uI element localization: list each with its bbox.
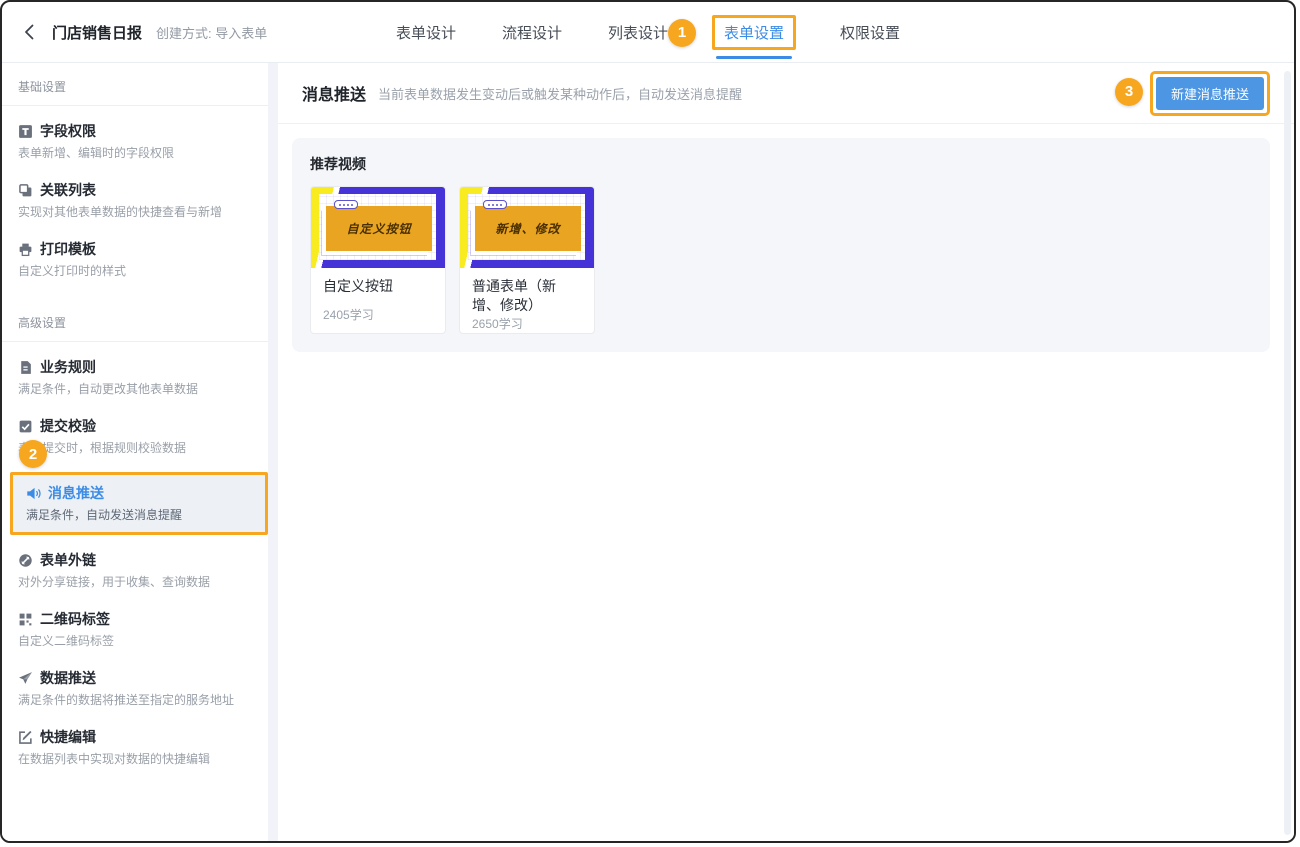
tab-2[interactable]: 流程设计 <box>500 17 564 48</box>
print-template-icon <box>18 242 33 257</box>
recommended-videos-panel: 推荐视频 自定义按钮自定义按钮2405学习新增、修改普通表单（新增、修改）265… <box>292 138 1270 352</box>
message-push-icon <box>26 486 41 501</box>
video-learn-count: 2650学习 <box>460 315 594 334</box>
qrcode-icon <box>18 612 33 627</box>
tab-5[interactable]: 权限设置 <box>838 17 902 48</box>
sidebar-item-print-template[interactable]: 打印模板自定义打印时的样式 <box>2 230 268 289</box>
annotation-step-1: 1 <box>668 19 696 47</box>
main-area: 消息推送 当前表单数据发生变动后或触发某种动作后，自动发送消息提醒 3 新建消息… <box>278 63 1294 843</box>
sidebar-item-head: 数据推送 <box>18 668 252 688</box>
top-bar: 门店销售日报 创建方式: 导入表单 表单设计 流程设计 列表设计 表单设置1 权限设置 <box>2 2 1294 63</box>
sidebar-item-desc: 满足条件，自动更改其他表单数据 <box>18 381 252 397</box>
section-description: 当前表单数据发生变动后或触发某种动作后，自动发送消息提醒 <box>378 84 742 103</box>
main-header-actions: 3 新建消息推送 <box>1150 71 1270 116</box>
top-bar-left: 门店销售日报 创建方式: 导入表单 <box>2 2 267 62</box>
sidebar-item-external-link[interactable]: 表单外链对外分享链接，用于收集、查询数据 <box>2 541 268 600</box>
creation-method-label: 创建方式: 导入表单 <box>156 23 267 42</box>
sidebar-item-title: 字段权限 <box>40 121 96 141</box>
tab-3[interactable]: 列表设计 <box>606 17 670 48</box>
main-header: 消息推送 当前表单数据发生变动后或触发某种动作后，自动发送消息提醒 3 新建消息… <box>278 63 1294 124</box>
new-message-push-button[interactable]: 新建消息推送 <box>1156 77 1264 110</box>
business-rule-icon <box>18 360 33 375</box>
sidebar-item-title: 提交校验 <box>40 416 96 436</box>
sidebar-item-desc: 满足条件，自动发送消息提醒 <box>26 507 252 523</box>
video-learn-count: 2405学习 <box>311 306 445 333</box>
sidebar-item-message-push[interactable]: 消息推送满足条件，自动发送消息提醒2 <box>10 472 268 535</box>
sidebar-item-head: 提交校验 <box>18 416 252 436</box>
sidebar-item-desc: 在数据列表中实现对数据的快捷编辑 <box>18 751 252 767</box>
linked-list-icon <box>18 183 33 198</box>
sidebar-item-head: 快捷编辑 <box>18 727 252 747</box>
annotation-step-3: 3 <box>1115 78 1143 106</box>
sidebar-item-list: 业务规则满足条件，自动更改其他表单数据提交校验表单提交时，根据规则校验数据消息推… <box>2 342 268 779</box>
annotation-step-2: 2 <box>19 440 47 468</box>
sidebar-item-desc: 对外分享链接，用于收集、查询数据 <box>18 574 252 590</box>
sidebar-group-label: 基础设置 <box>2 65 268 106</box>
sidebar-item-linked-list[interactable]: 关联列表实现对其他表单数据的快捷查看与新增 <box>2 171 268 230</box>
page-title: 门店销售日报 <box>52 22 142 43</box>
tab-1[interactable]: 表单设计 <box>394 17 458 48</box>
external-link-icon <box>18 553 33 568</box>
sidebar-item-head: 二维码标签 <box>18 609 252 629</box>
sidebar-item-list: 字段权限表单新增、编辑时的字段权限关联列表实现对其他表单数据的快捷查看与新增打印… <box>2 106 268 291</box>
sidebar-item-head: 关联列表 <box>18 180 252 200</box>
sidebar-item-desc: 表单新增、编辑时的字段权限 <box>18 145 252 161</box>
body-row: 基础设置字段权限表单新增、编辑时的字段权限关联列表实现对其他表单数据的快捷查看与… <box>2 63 1294 843</box>
submit-validation-icon <box>18 419 33 434</box>
back-icon[interactable] <box>20 22 40 42</box>
field-permission-icon <box>18 124 33 139</box>
thumbnail-dots-decoration <box>483 200 507 209</box>
sidebar-item-title: 打印模板 <box>40 239 96 259</box>
thumbnail-banner-text: 自定义按钮 <box>326 206 432 251</box>
sidebar-item-head: 表单外链 <box>18 550 252 570</box>
sidebar-item-business-rule[interactable]: 业务规则满足条件，自动更改其他表单数据 <box>2 348 268 407</box>
sidebar-group-label: 高级设置 <box>2 301 268 342</box>
sidebar-item-title: 数据推送 <box>40 668 96 688</box>
sidebar-item-title: 关联列表 <box>40 180 96 200</box>
sidebar-item-data-push[interactable]: 数据推送满足条件的数据将推送至指定的服务地址 <box>2 659 268 718</box>
sidebar-item-quick-edit[interactable]: 快捷编辑在数据列表中实现对数据的快捷编辑 <box>2 718 268 777</box>
video-thumbnail: 自定义按钮 <box>311 187 445 268</box>
sidebar-item-head: 字段权限 <box>18 121 252 141</box>
data-push-icon <box>18 671 33 686</box>
sidebar-item-head: 打印模板 <box>18 239 252 259</box>
sidebar-item-qrcode[interactable]: 二维码标签自定义二维码标签 <box>2 600 268 659</box>
sidebar-item-desc: 实现对其他表单数据的快捷查看与新增 <box>18 204 252 220</box>
sidebar-item-title: 消息推送 <box>48 483 104 503</box>
sidebar-item-desc: 自定义打印时的样式 <box>18 263 252 279</box>
thumbnail-dots-decoration <box>334 200 358 209</box>
annotation-box-new-button: 3 新建消息推送 <box>1150 71 1270 116</box>
sidebar-item-head: 业务规则 <box>18 357 252 377</box>
settings-sidebar: 基础设置字段权限表单新增、编辑时的字段权限关联列表实现对其他表单数据的快捷查看与… <box>2 63 268 843</box>
tab-4-active[interactable]: 表单设置1 <box>712 15 796 50</box>
video-thumbnail: 新增、修改 <box>460 187 594 268</box>
sidebar-item-head: 消息推送 <box>26 483 252 503</box>
video-cards-row: 自定义按钮自定义按钮2405学习新增、修改普通表单（新增、修改）2650学习 <box>310 186 1252 334</box>
sidebar-group-2: 高级设置业务规则满足条件，自动更改其他表单数据提交校验表单提交时，根据规则校验数… <box>2 301 268 779</box>
sidebar-item-field-permission[interactable]: 字段权限表单新增、编辑时的字段权限 <box>2 112 268 171</box>
sidebar-gutter <box>268 63 278 843</box>
section-title: 消息推送 <box>302 81 366 105</box>
sidebar-item-desc: 表单提交时，根据规则校验数据 <box>18 440 252 456</box>
nav-tabs: 表单设计 流程设计 列表设计 表单设置1 权限设置 <box>394 2 902 62</box>
quick-edit-icon <box>18 730 33 745</box>
sidebar-item-desc: 自定义二维码标签 <box>18 633 252 649</box>
video-card-2[interactable]: 新增、修改普通表单（新增、修改）2650学习 <box>459 186 595 334</box>
sidebar-group-1: 基础设置字段权限表单新增、编辑时的字段权限关联列表实现对其他表单数据的快捷查看与… <box>2 65 268 291</box>
sidebar-item-desc: 满足条件的数据将推送至指定的服务地址 <box>18 692 252 708</box>
sidebar-item-title: 表单外链 <box>40 550 96 570</box>
sidebar-item-title: 业务规则 <box>40 357 96 377</box>
sidebar-item-title: 快捷编辑 <box>40 727 96 747</box>
recommended-videos-title: 推荐视频 <box>310 154 1252 174</box>
video-title: 自定义按钮 <box>311 268 445 306</box>
video-card-1[interactable]: 自定义按钮自定义按钮2405学习 <box>310 186 446 334</box>
app-window: 门店销售日报 创建方式: 导入表单 表单设计流程设计列表设计表单设置1权限设置 … <box>0 0 1296 843</box>
sidebar-item-title: 二维码标签 <box>40 609 110 629</box>
video-title: 普通表单（新增、修改） <box>460 268 594 315</box>
thumbnail-banner-text: 新增、修改 <box>475 206 581 251</box>
main-scrollbar[interactable] <box>1284 71 1291 835</box>
